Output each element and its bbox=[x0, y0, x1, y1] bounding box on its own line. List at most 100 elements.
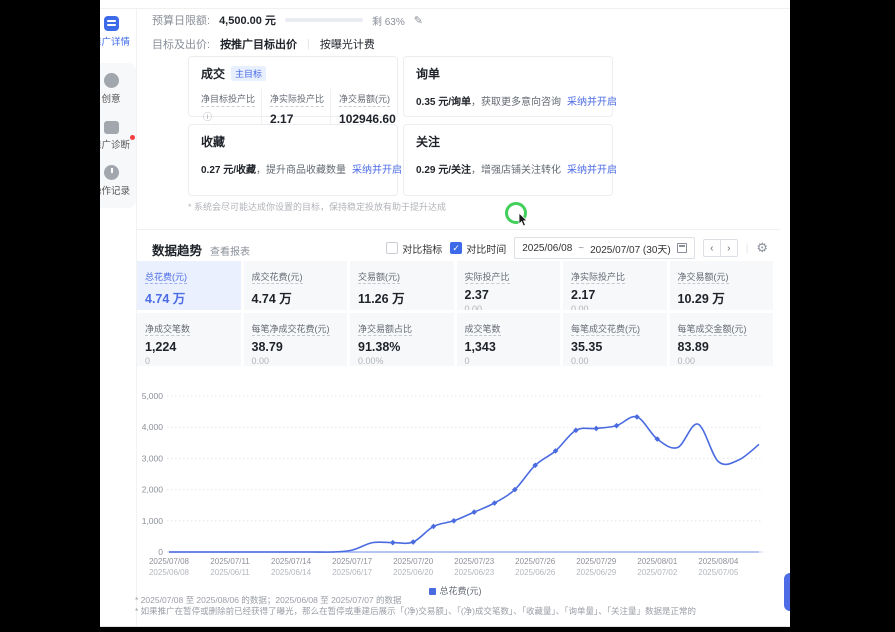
history-icon bbox=[104, 165, 119, 180]
compare-metric-toggle[interactable]: ✓ 对比指标 bbox=[386, 241, 442, 256]
compare-time-checkbox[interactable]: ✓ bbox=[450, 242, 462, 254]
metric-card[interactable]: 每笔成交花费(元)35.350.00 bbox=[563, 313, 667, 366]
compare-time-toggle[interactable]: ✓ 对比时间 bbox=[450, 241, 506, 256]
metric-card[interactable]: 实际投产比2.370.00 bbox=[457, 261, 561, 310]
metric-card[interactable]: 成交花费(元)4.74 万0.00 bbox=[244, 261, 348, 310]
metric-card-label: 交易额(元) bbox=[358, 270, 400, 284]
edit-budget-icon[interactable]: ✎ bbox=[414, 14, 423, 27]
creative-icon bbox=[104, 73, 119, 88]
top-divider bbox=[100, 8, 790, 9]
footnote-line: * 如果推广在暂停或删除前已经获得了曝光，那么在暂停或重建后展示「(净)交易额」… bbox=[135, 606, 696, 617]
sidebar-item-creative[interactable]: 创意 bbox=[100, 66, 136, 112]
svg-text:5,000: 5,000 bbox=[142, 391, 164, 401]
next-period-button[interactable]: › bbox=[720, 239, 738, 257]
svg-text:2025/07/20: 2025/07/20 bbox=[393, 557, 434, 566]
budget-remaining: 剩 63% bbox=[372, 13, 405, 28]
metric-card-label: 每笔净成交花费(元) bbox=[252, 322, 330, 336]
metric-card[interactable]: 净成交笔数1,2240 bbox=[137, 313, 241, 366]
svg-text:2025/08/01: 2025/08/01 bbox=[637, 557, 678, 566]
metric-card[interactable]: 每笔成交金额(元)83.890.00 bbox=[670, 313, 774, 366]
sidebar-item-label: 操作记录 bbox=[100, 183, 130, 197]
bidding-option-goal[interactable]: 按推广目标出价 bbox=[220, 36, 297, 52]
metric-cards-grid: 总花费(元)4.74 万0.00成交花费(元)4.74 万0.00 交易额(元) 1… bbox=[137, 261, 773, 366]
svg-text:2025/07/02: 2025/07/02 bbox=[637, 568, 678, 577]
metric-card-value: 10.29 万 bbox=[678, 288, 766, 307]
goal-card-favorite: 收藏 0.27 元/收藏，提升商品收藏数量采纳并开启 bbox=[188, 124, 398, 196]
metric-card-label: 总花费(元) bbox=[145, 270, 187, 284]
metric-card[interactable]: 净交易额(元)10.29 万0.00 bbox=[670, 261, 774, 310]
info-icon[interactable]: ⓘ bbox=[203, 112, 212, 122]
metric-label: 净实际投产比 bbox=[270, 92, 324, 107]
svg-text:2025/06/11: 2025/06/11 bbox=[210, 568, 250, 577]
prev-period-button[interactable]: ‹ bbox=[703, 239, 721, 257]
sidebar: 推广详情 创意 推广诊断 操作记录 bbox=[100, 9, 137, 626]
svg-text:3,000: 3,000 bbox=[142, 453, 164, 463]
adopt-enable-link[interactable]: 采纳并开启 bbox=[567, 97, 617, 108]
sidebar-item-history[interactable]: 操作记录 bbox=[100, 158, 136, 204]
svg-text:2,000: 2,000 bbox=[142, 485, 164, 495]
footnote-line: * 2025/07/08 至 2025/08/06 的数据；2025/06/08… bbox=[135, 595, 696, 606]
metric-card[interactable]: 净实际投产比 2.17 0.00 bbox=[563, 261, 667, 310]
bidding-label: 目标及出价: bbox=[152, 36, 210, 52]
goal-card-deal: 成交 主目标 净目标投产比ⓘ 2.45 ✎ 净实际投产比 2.17 净交易额(元… bbox=[188, 56, 398, 117]
metric-card-compare-value: 0.00% bbox=[358, 356, 446, 366]
metric-card-compare-value: 0.00 bbox=[571, 304, 659, 310]
metric-card[interactable]: 交易额(元) 11.26 万 0.00 bbox=[350, 261, 454, 310]
metric-card-label: 成交笔数 bbox=[465, 322, 501, 336]
metric-card[interactable]: 总花费(元)4.74 万0.00 bbox=[137, 261, 241, 310]
svg-text:2025/07/26: 2025/07/26 bbox=[515, 557, 556, 566]
metric-card-label: 净实际投产比 bbox=[571, 270, 625, 284]
promotion-detail-icon bbox=[104, 16, 119, 31]
goal-card-title: 收藏 bbox=[201, 133, 385, 150]
svg-text:2025/07/11: 2025/07/11 bbox=[210, 557, 250, 566]
sidebar-item-promotion-detail[interactable]: 推广详情 bbox=[100, 9, 136, 55]
goal-card-title: 成交 bbox=[201, 65, 225, 82]
date-nav: ‹ › bbox=[703, 239, 738, 257]
metric-card-label: 净交易额(元) bbox=[678, 270, 729, 284]
sidebar-item-label: 创意 bbox=[101, 91, 120, 105]
sidebar-item-diagnose[interactable]: 推广诊断 bbox=[100, 112, 136, 158]
metric-card-value: 2.17 bbox=[571, 288, 659, 302]
compare-metric-label: 对比指标 bbox=[402, 241, 442, 256]
trend-line-chart[interactable]: 01,0002,0003,0004,0005,0002025/07/082025… bbox=[137, 390, 773, 584]
view-report-link[interactable]: 查看报表 bbox=[210, 243, 250, 258]
settings-gear-icon[interactable]: ⚙ bbox=[756, 240, 768, 256]
bidding-option-exposure[interactable]: 按曝光计费 bbox=[320, 36, 375, 52]
compare-metric-checkbox[interactable]: ✓ bbox=[386, 242, 398, 254]
budget-label: 预算日限额: bbox=[152, 12, 210, 28]
sidebar-group: 创意 推广诊断 操作记录 bbox=[100, 63, 136, 208]
metric-label: 净交易额(元) bbox=[339, 92, 390, 107]
svg-text:4,000: 4,000 bbox=[142, 422, 164, 432]
svg-text:2025/06/29: 2025/06/29 bbox=[576, 568, 617, 577]
divider: | bbox=[307, 38, 310, 50]
metric-card-compare-value: 0.00 bbox=[358, 309, 446, 310]
compare-time-label: 对比时间 bbox=[466, 241, 506, 256]
metric-card-label: 实际投产比 bbox=[465, 270, 510, 284]
metric-card[interactable]: 每笔净成交花费(元) 38.79 0.00 bbox=[244, 313, 348, 366]
metric-card[interactable]: 净交易额占比91.38%0.00% bbox=[350, 313, 454, 366]
floating-action-button[interactable] bbox=[784, 573, 790, 611]
date-range-picker[interactable]: 2025/06/08 ~ 2025/07/07 (30天) bbox=[514, 237, 695, 259]
goal-card-desc: 0.27 元/收藏，提升商品收藏数量采纳并开启 bbox=[201, 161, 385, 176]
metric-card[interactable]: 成交笔数1,3430 bbox=[457, 313, 561, 366]
date-to: 2025/07/07 (30天) bbox=[590, 241, 671, 256]
svg-text:2025/06/14: 2025/06/14 bbox=[271, 568, 312, 577]
svg-text:2025/07/14: 2025/07/14 bbox=[271, 557, 312, 566]
trends-controls: ✓ 对比指标 ✓ 对比时间 2025/06/08 ~ 2025/07/07 (3… bbox=[386, 237, 768, 259]
section-divider bbox=[137, 229, 780, 230]
adopt-enable-link[interactable]: 采纳并开启 bbox=[352, 165, 402, 176]
budget-value: 4,500.00 元 bbox=[219, 12, 276, 28]
svg-text:2025/07/29: 2025/07/29 bbox=[576, 557, 617, 566]
svg-text:2025/06/20: 2025/06/20 bbox=[393, 568, 434, 577]
trends-title: 数据趋势 bbox=[152, 240, 202, 259]
metric-card-value: 38.79 bbox=[252, 340, 340, 354]
svg-text:1,000: 1,000 bbox=[142, 516, 164, 526]
metric-card-compare-value: 0.00 bbox=[465, 304, 553, 310]
adopt-enable-link[interactable]: 采纳并开启 bbox=[567, 165, 617, 176]
divider: | bbox=[746, 243, 749, 254]
goal-card-title-row: 成交 主目标 bbox=[201, 65, 385, 82]
metric-card-compare-value: 0.00 bbox=[252, 356, 340, 366]
goal-card-title: 关注 bbox=[416, 133, 600, 150]
chart-footnotes: * 2025/07/08 至 2025/08/06 的数据；2025/06/08… bbox=[135, 595, 696, 617]
metric-card-value: 11.26 万 bbox=[358, 288, 446, 307]
